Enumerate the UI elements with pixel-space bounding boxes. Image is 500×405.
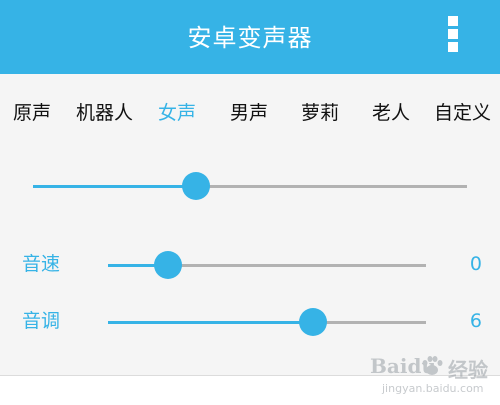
- paw-icon: [422, 356, 443, 375]
- preset-slider[interactable]: [33, 171, 467, 201]
- slider-thumb[interactable]: [299, 308, 327, 336]
- tab-male[interactable]: 男声: [230, 98, 268, 128]
- app-bar: 安卓变声器: [0, 0, 500, 74]
- voice-tabs: 原声 机器人 女声 男声 萝莉 老人 自定义: [0, 98, 500, 128]
- tab-original[interactable]: 原声: [13, 98, 51, 128]
- speed-slider[interactable]: [108, 250, 426, 280]
- slider-thumb[interactable]: [154, 251, 182, 279]
- slider-thumb[interactable]: [182, 172, 210, 200]
- tab-elder[interactable]: 老人: [372, 98, 410, 128]
- tab-robot[interactable]: 机器人: [76, 98, 133, 128]
- tab-loli[interactable]: 萝莉: [301, 98, 339, 128]
- watermark-brand-cn: 经验: [448, 358, 488, 382]
- slider-fill: [33, 185, 196, 188]
- speed-value: 0: [469, 253, 482, 275]
- overflow-menu-icon[interactable]: [444, 14, 462, 54]
- watermark-url: jingyan.baidu.com: [382, 382, 484, 395]
- app-title: 安卓变声器: [187, 24, 313, 52]
- tab-custom[interactable]: 自定义: [434, 98, 491, 128]
- slider-fill: [108, 321, 313, 324]
- pitch-slider[interactable]: [108, 307, 426, 337]
- pitch-label: 音调: [22, 310, 61, 332]
- tab-female[interactable]: 女声: [158, 98, 196, 128]
- pitch-value: 6: [469, 310, 482, 332]
- speed-label: 音速: [22, 253, 61, 275]
- watermark-logo: Baidu 经验 jingyan.baidu.com: [370, 352, 500, 405]
